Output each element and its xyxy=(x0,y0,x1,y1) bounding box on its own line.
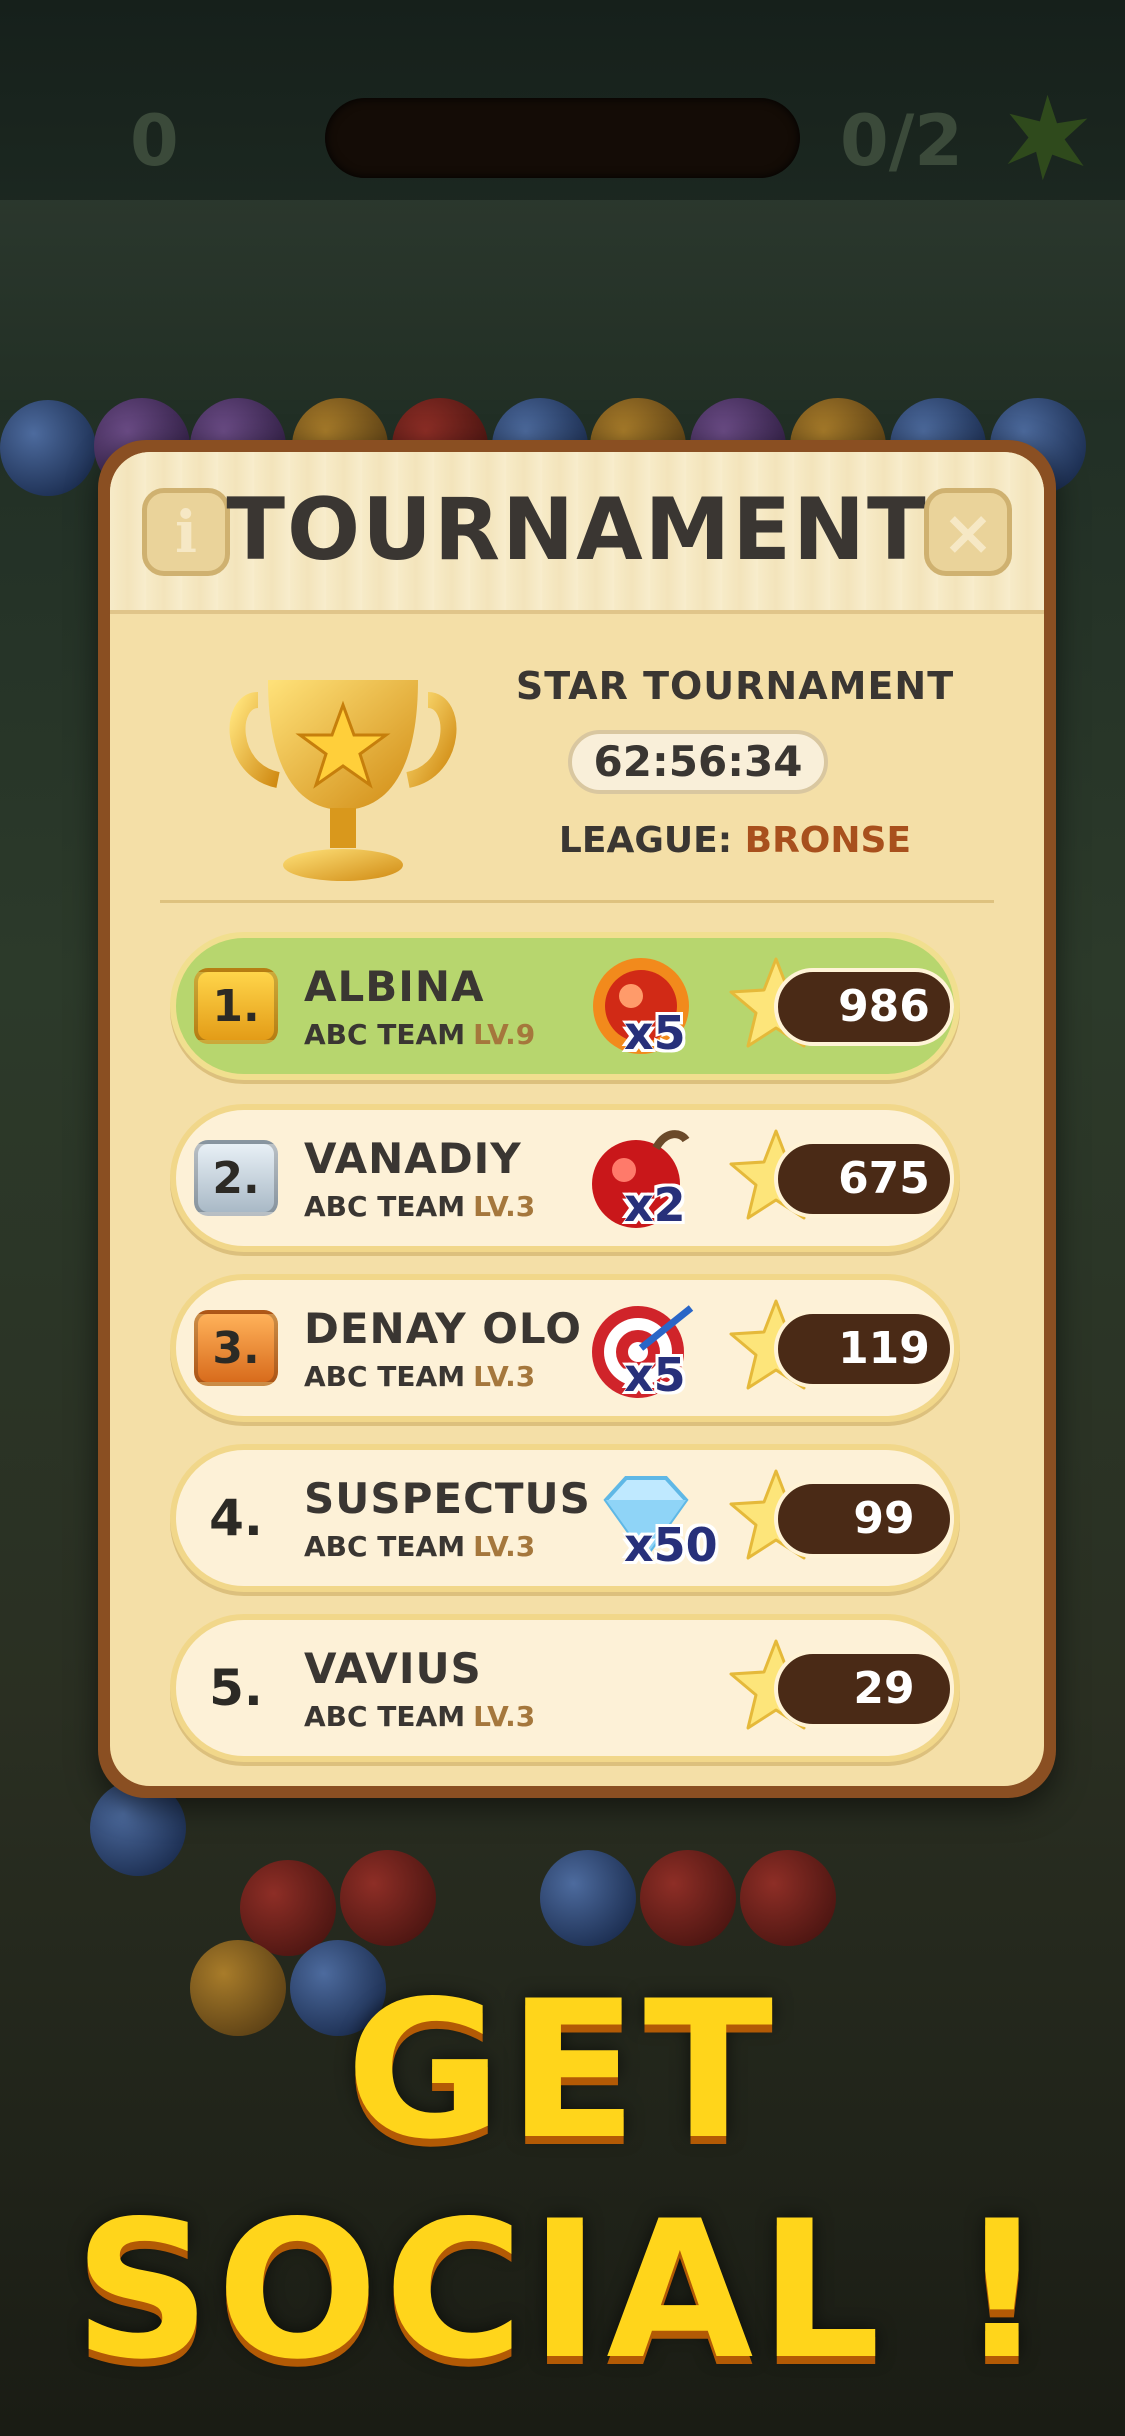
league-info: LEAGUE: BRONSE xyxy=(515,820,955,861)
score-counter: 0 xyxy=(130,100,179,182)
player-name: ALBINA xyxy=(304,962,485,1011)
player-team: ABC TEAM LV.3 xyxy=(304,1190,535,1223)
leaderboard-row[interactable]: 1. ALBINA ABC TEAM LV.9 x5 986 xyxy=(170,932,960,1080)
player-score: 119 xyxy=(774,1310,954,1388)
rank-number: 5. xyxy=(209,1659,263,1717)
prize-count: x5 xyxy=(624,1348,686,1402)
player-name: VANADIY xyxy=(304,1134,522,1183)
player-team: ABC TEAM LV.9 xyxy=(304,1018,535,1051)
player-team: ABC TEAM LV.3 xyxy=(304,1700,535,1733)
team-name: ABC TEAM xyxy=(304,1360,466,1393)
tournament-panel-body: i TOURNAMENT × STAR TOURNAMENT 62:56:34 … xyxy=(110,452,1044,1786)
player-name: SUSPECTUS xyxy=(304,1474,591,1523)
player-score: 99 xyxy=(774,1480,954,1558)
player-name: DENAY OLO xyxy=(304,1304,582,1353)
trophy-icon xyxy=(229,680,457,881)
league-label: LEAGUE: xyxy=(558,820,733,861)
player-level: LV.3 xyxy=(473,1190,536,1223)
strawberry-ball xyxy=(740,1850,836,1946)
player-level: LV.9 xyxy=(473,1018,536,1051)
tournament-panel: i TOURNAMENT × STAR TOURNAMENT 62:56:34 … xyxy=(98,440,1056,1798)
cta-line-2: SOCIAL ! xyxy=(73,2180,1052,2401)
rank-badge: 3. xyxy=(194,1310,278,1386)
prize-count: x2 xyxy=(624,1178,686,1232)
leaderboard-row[interactable]: 4. SUSPECTUS ABC TEAM LV.3 x50 99 xyxy=(170,1444,960,1592)
flower-goal-icon xyxy=(1007,94,1088,181)
leaderboard-row[interactable]: 5. VAVIUS ABC TEAM LV.3 29 xyxy=(170,1614,960,1762)
player-team: ABC TEAM LV.3 xyxy=(304,1360,535,1393)
team-name: ABC TEAM xyxy=(304,1530,466,1563)
divider xyxy=(160,900,994,903)
team-name: ABC TEAM xyxy=(304,1700,466,1733)
strawberry-ball xyxy=(640,1850,736,1946)
rank-badge: 2. xyxy=(194,1140,278,1216)
goal-counter: 0/2 xyxy=(840,100,963,182)
player-score: 29 xyxy=(774,1650,954,1728)
team-name: ABC TEAM xyxy=(304,1018,466,1051)
player-score: 986 xyxy=(774,968,954,1046)
leaderboard-row[interactable]: 2. VANADIY ABC TEAM LV.3 x2 675 xyxy=(170,1104,960,1252)
tournament-timer: 62:56:34 xyxy=(568,730,828,794)
prize-count: x50 xyxy=(624,1518,718,1572)
player-name: VAVIUS xyxy=(304,1644,482,1693)
league-value: BRONSE xyxy=(744,820,912,861)
sky-band xyxy=(0,200,1125,400)
panel-header: i TOURNAMENT × xyxy=(110,452,1044,614)
close-button[interactable]: × xyxy=(924,488,1012,576)
blueberry-ball xyxy=(540,1850,636,1946)
game-hud: 0 0/2 xyxy=(0,80,1125,200)
team-name: ABC TEAM xyxy=(304,1190,466,1223)
rank-badge: 1. xyxy=(194,968,278,1044)
player-team: ABC TEAM LV.3 xyxy=(304,1530,535,1563)
player-level: LV.3 xyxy=(473,1360,536,1393)
leaderboard-row[interactable]: 3. DENAY OLO ABC TEAM LV.3 x5 119 xyxy=(170,1274,960,1422)
panel-title: TOURNAMENT xyxy=(226,480,928,580)
strawberry-ball xyxy=(340,1850,436,1946)
cta-line-1: GET xyxy=(345,1960,780,2181)
blueberry-ball xyxy=(0,400,96,496)
tournament-name: STAR TOURNAMENT xyxy=(515,664,955,708)
prize-count: x5 xyxy=(624,1006,686,1060)
rank-number: 4. xyxy=(209,1489,263,1547)
player-level: LV.3 xyxy=(473,1700,536,1733)
player-score: 675 xyxy=(774,1140,954,1218)
progress-bar xyxy=(325,98,800,178)
player-level: LV.3 xyxy=(473,1530,536,1563)
